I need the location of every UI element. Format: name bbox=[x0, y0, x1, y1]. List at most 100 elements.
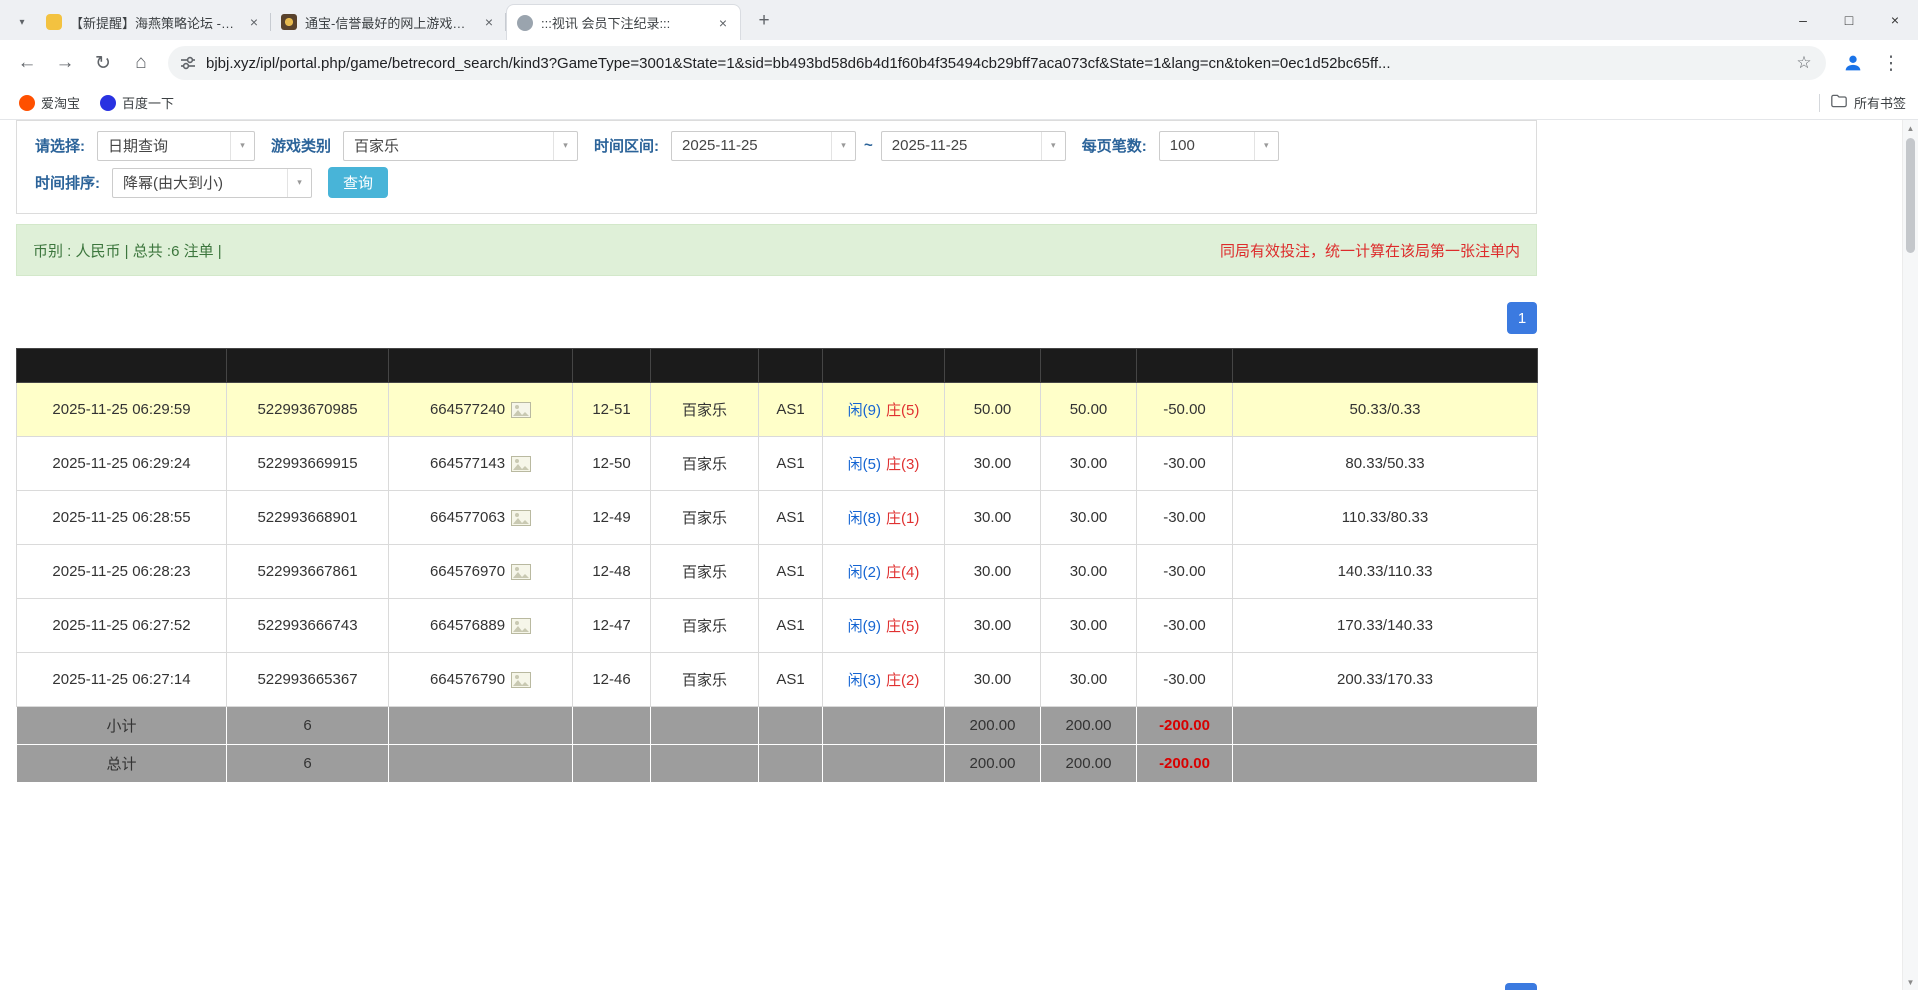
menu-dots-icon[interactable]: ⋮ bbox=[1874, 46, 1908, 80]
empty-cell bbox=[823, 745, 945, 783]
round-image-icon[interactable] bbox=[511, 672, 531, 688]
minimize-button[interactable]: – bbox=[1780, 0, 1826, 40]
chevron-down-icon: ▾ bbox=[1254, 132, 1278, 160]
cell-game-type: 百家乐 bbox=[651, 545, 759, 599]
home-icon[interactable]: ⌂ bbox=[124, 46, 158, 80]
date-from-value: 2025-11-25 bbox=[672, 132, 831, 160]
tab-close-icon[interactable]: × bbox=[714, 14, 732, 32]
cell-game-type: 百家乐 bbox=[651, 653, 759, 707]
round-image-icon[interactable] bbox=[511, 456, 531, 472]
range-separator: ~ bbox=[864, 137, 873, 154]
cell-result: 闲(5)庄(3) bbox=[823, 437, 945, 491]
empty-cell bbox=[389, 745, 573, 783]
browser-tab[interactable]: 通宝-信誉最好的网上游戏平台 × bbox=[271, 4, 506, 40]
bookmark-star-icon[interactable]: ☆ bbox=[1790, 53, 1818, 73]
divider bbox=[1819, 94, 1820, 112]
round-image-icon[interactable] bbox=[511, 510, 531, 526]
cell-valid-bet: 30.00 bbox=[1041, 491, 1137, 545]
cell-total-bet: 30.00 bbox=[945, 437, 1041, 491]
date-from-picker[interactable]: 2025-11-25 ▾ bbox=[671, 131, 856, 161]
sort-select[interactable]: 降幂(由大到小) ▾ bbox=[112, 168, 312, 198]
result-player: 闲(5) bbox=[848, 456, 881, 473]
cell-time: 2025-11-25 06:29:59 bbox=[17, 383, 227, 437]
folder-icon bbox=[1831, 94, 1847, 111]
round-id: 664577063 bbox=[430, 509, 505, 526]
subtotal-label: 小计 bbox=[17, 707, 227, 745]
back-icon[interactable]: ← bbox=[10, 46, 44, 80]
tab-favicon-icon bbox=[281, 14, 297, 30]
reload-icon[interactable]: ↻ bbox=[86, 46, 120, 80]
column-header bbox=[823, 349, 945, 383]
summary-left-text: 币别 : 人民币 | 总共 :6 注单 | bbox=[33, 240, 222, 261]
game-type-select[interactable]: 百家乐 ▾ bbox=[343, 131, 578, 161]
cell-payout: -30.00 bbox=[1137, 491, 1233, 545]
cell-table-no: AS1 bbox=[759, 599, 823, 653]
bookmarks-bar: 爱淘宝 百度一下 所有书签 bbox=[0, 86, 1918, 120]
tab-title: 【新提醒】海燕策略论坛 - 综合 bbox=[70, 13, 237, 32]
browser-tab[interactable]: 【新提醒】海燕策略论坛 - 综合 × bbox=[36, 4, 271, 40]
result-player: 闲(8) bbox=[848, 510, 881, 527]
round-image-icon[interactable] bbox=[511, 402, 531, 418]
maximize-button[interactable]: □ bbox=[1826, 0, 1872, 40]
pagination-page-1[interactable]: 1 bbox=[1507, 302, 1537, 334]
cell-total-bet: 30.00 bbox=[945, 599, 1041, 653]
cell-table-no: AS1 bbox=[759, 491, 823, 545]
cell-round: 664577063 bbox=[389, 491, 573, 545]
cell-round: 664577143 bbox=[389, 437, 573, 491]
round-image-icon[interactable] bbox=[511, 618, 531, 634]
all-bookmarks-label: 所有书签 bbox=[1854, 93, 1906, 112]
scroll-down-icon[interactable]: ▼ bbox=[1903, 974, 1918, 990]
forward-icon[interactable]: → bbox=[48, 46, 82, 80]
new-tab-button[interactable]: + bbox=[749, 6, 779, 36]
browser-tab[interactable]: :::视讯 会员下注纪录::: × bbox=[506, 4, 741, 40]
cell-note: 200.33/170.33 bbox=[1233, 653, 1538, 707]
close-button[interactable]: × bbox=[1872, 0, 1918, 40]
table-head bbox=[17, 349, 1538, 383]
cell-table-no: AS1 bbox=[759, 653, 823, 707]
cell-bet-id: 522993665367 bbox=[227, 653, 389, 707]
site-info-icon[interactable] bbox=[180, 55, 196, 71]
pagination-bottom-partial[interactable] bbox=[1505, 983, 1537, 990]
empty-cell bbox=[651, 745, 759, 783]
cell-result: 闲(9)庄(5) bbox=[823, 599, 945, 653]
tab-close-icon[interactable]: × bbox=[245, 13, 263, 31]
tab-title: 通宝-信誉最好的网上游戏平台 bbox=[305, 13, 472, 32]
cell-total-bet: 30.00 bbox=[945, 545, 1041, 599]
bookmark-item[interactable]: 百度一下 bbox=[93, 90, 181, 115]
per-page-select[interactable]: 100 ▾ bbox=[1159, 131, 1279, 161]
scrollbar[interactable]: ▲ ▼ bbox=[1902, 120, 1918, 990]
column-header bbox=[1233, 349, 1538, 383]
per-page-value: 100 bbox=[1160, 132, 1254, 160]
cell-valid-bet: 30.00 bbox=[1041, 653, 1137, 707]
date-to-picker[interactable]: 2025-11-25 ▾ bbox=[881, 131, 1066, 161]
column-header bbox=[1041, 349, 1137, 383]
cell-total-bet: 30.00 bbox=[945, 491, 1041, 545]
bookmark-item[interactable]: 爱淘宝 bbox=[12, 90, 87, 115]
round-image-icon[interactable] bbox=[511, 564, 531, 580]
total-row: 总计 6 200.00 200.00 -200.00 bbox=[17, 745, 1538, 783]
tab-close-icon[interactable]: × bbox=[480, 13, 498, 31]
address-bar[interactable]: bjbj.xyz/ipl/portal.php/game/betrecord_s… bbox=[168, 46, 1826, 80]
total-valid-bet: 200.00 bbox=[1041, 745, 1137, 783]
url-text[interactable]: bjbj.xyz/ipl/portal.php/game/betrecord_s… bbox=[206, 55, 1790, 72]
tab-favicon-icon bbox=[517, 15, 533, 31]
empty-cell bbox=[1233, 707, 1538, 745]
total-count: 6 bbox=[227, 745, 389, 783]
profile-icon[interactable] bbox=[1836, 46, 1870, 80]
scrollbar-thumb[interactable] bbox=[1906, 138, 1915, 253]
chevron-down-icon: ▾ bbox=[230, 132, 254, 160]
cell-bet-id: 522993669915 bbox=[227, 437, 389, 491]
query-button[interactable]: 查询 bbox=[328, 167, 388, 198]
scroll-up-icon[interactable]: ▲ bbox=[1903, 120, 1918, 136]
cell-table-no: AS1 bbox=[759, 437, 823, 491]
result-player: 闲(3) bbox=[848, 672, 881, 689]
empty-cell bbox=[759, 707, 823, 745]
result-banker: 庄(4) bbox=[886, 564, 919, 581]
all-bookmarks-button[interactable]: 所有书签 bbox=[1819, 93, 1906, 112]
total-label: 总计 bbox=[17, 745, 227, 783]
table-row: 2025-11-25 06:29:24 522993669915 6645771… bbox=[17, 437, 1538, 491]
query-type-select[interactable]: 日期查询 ▾ bbox=[97, 131, 255, 161]
cell-session: 12-51 bbox=[573, 383, 651, 437]
subtotal-row: 小计 6 200.00 200.00 -200.00 bbox=[17, 707, 1538, 745]
tab-search-button[interactable]: ▾ bbox=[8, 4, 36, 40]
